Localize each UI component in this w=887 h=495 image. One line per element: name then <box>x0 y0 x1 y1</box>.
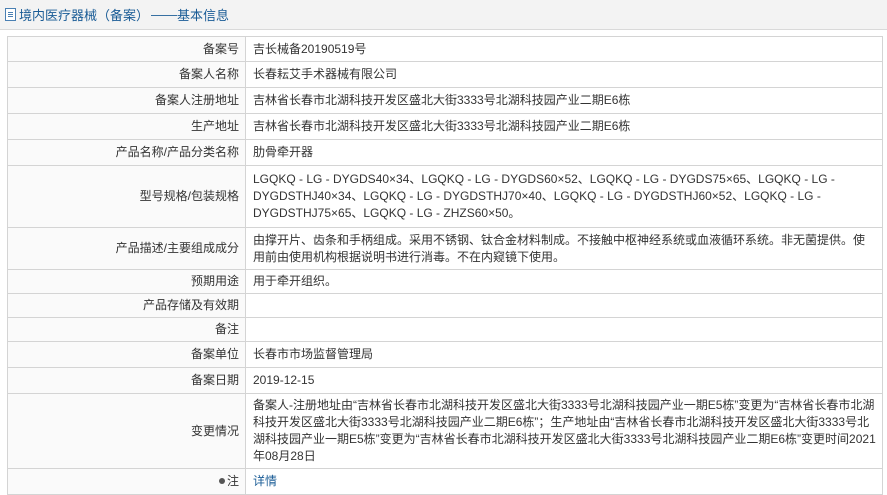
row-label: 生产地址 <box>7 113 246 140</box>
row-label: 型号规格/包装规格 <box>7 165 246 228</box>
table-row: 产品存储及有效期 <box>7 293 883 318</box>
row-label: 备案号 <box>7 36 246 62</box>
info-table: 备案号 吉长械备20190519号 备案人名称 长春耘艾手术器械有限公司 备案人… <box>7 36 883 495</box>
page-header: 境内医疗器械（备案） —— 基本信息 <box>0 0 887 30</box>
row-label: 产品名称/产品分类名称 <box>7 139 246 166</box>
table-row: 产品名称/产品分类名称 肋骨牵开器 <box>7 139 883 166</box>
row-value: 由撑开片、齿条和手柄组成。采用不锈钢、钛合金材料制成。不接触中枢神经系统或血液循… <box>245 227 883 270</box>
header-subtitle: 基本信息 <box>177 8 230 23</box>
table-row: 备案单位 长春市市场监督管理局 <box>7 341 883 368</box>
table-row: 备案人注册地址 吉林省长春市北湖科技开发区盛北大街3333号北湖科技园产业二期E… <box>7 87 883 114</box>
row-label: 注 <box>226 474 239 488</box>
row-label: 备注 <box>7 317 246 342</box>
row-value-cell: 详情 <box>245 468 883 495</box>
table-row: 产品描述/主要组成成分 由撑开片、齿条和手柄组成。采用不锈钢、钛合金材料制成。不… <box>7 227 883 270</box>
table-row: 生产地址 吉林省长春市北湖科技开发区盛北大街3333号北湖科技园产业二期E6栋 <box>7 113 883 140</box>
row-value: 吉林省长春市北湖科技开发区盛北大街3333号北湖科技园产业二期E6栋 <box>245 113 883 140</box>
row-value <box>245 317 883 342</box>
row-value: 2019-12-15 <box>245 367 883 394</box>
row-label: 备案单位 <box>7 341 246 368</box>
row-label: 变更情况 <box>7 393 246 469</box>
table-row: 变更情况 备案人-注册地址由“吉林省长春市北湖科技开发区盛北大街3333号北湖科… <box>7 393 883 469</box>
details-link[interactable]: 详情 <box>253 474 277 488</box>
document-icon <box>5 8 16 21</box>
row-value: 吉林省长春市北湖科技开发区盛北大街3333号北湖科技园产业二期E6栋 <box>245 87 883 114</box>
table-row: 备注 <box>7 317 883 342</box>
row-label: 产品存储及有效期 <box>7 293 246 318</box>
row-value <box>245 293 883 318</box>
header-title: 境内医疗器械（备案） <box>19 8 150 23</box>
row-value: 肋骨牵开器 <box>245 139 883 166</box>
pin-icon <box>218 478 225 484</box>
table-row: 型号规格/包装规格 LGQKQ - LG - DYGDS40×34、LGQKQ … <box>7 165 883 228</box>
row-label: 预期用途 <box>7 269 246 294</box>
table-row: 注 详情 <box>7 468 883 495</box>
row-value: LGQKQ - LG - DYGDS40×34、LGQKQ - LG - DYG… <box>245 165 883 228</box>
row-value: 长春市市场监督管理局 <box>245 341 883 368</box>
note-label-cell: 注 <box>7 468 246 495</box>
table-row: 备案日期 2019-12-15 <box>7 367 883 394</box>
header-separator: —— <box>151 7 178 22</box>
row-value: 长春耘艾手术器械有限公司 <box>245 61 883 88</box>
row-label: 产品描述/主要组成成分 <box>7 227 246 270</box>
row-value: 用于牵开组织。 <box>245 269 883 294</box>
row-value: 备案人-注册地址由“吉林省长春市北湖科技开发区盛北大街3333号北湖科技园产业一… <box>245 393 883 469</box>
row-label: 备案人注册地址 <box>7 87 246 114</box>
row-value: 吉长械备20190519号 <box>245 36 883 62</box>
table-row: 备案号 吉长械备20190519号 <box>7 36 883 62</box>
table-row: 预期用途 用于牵开组织。 <box>7 269 883 294</box>
row-label: 备案日期 <box>7 367 246 394</box>
row-label: 备案人名称 <box>7 61 246 88</box>
table-row: 备案人名称 长春耘艾手术器械有限公司 <box>7 61 883 88</box>
